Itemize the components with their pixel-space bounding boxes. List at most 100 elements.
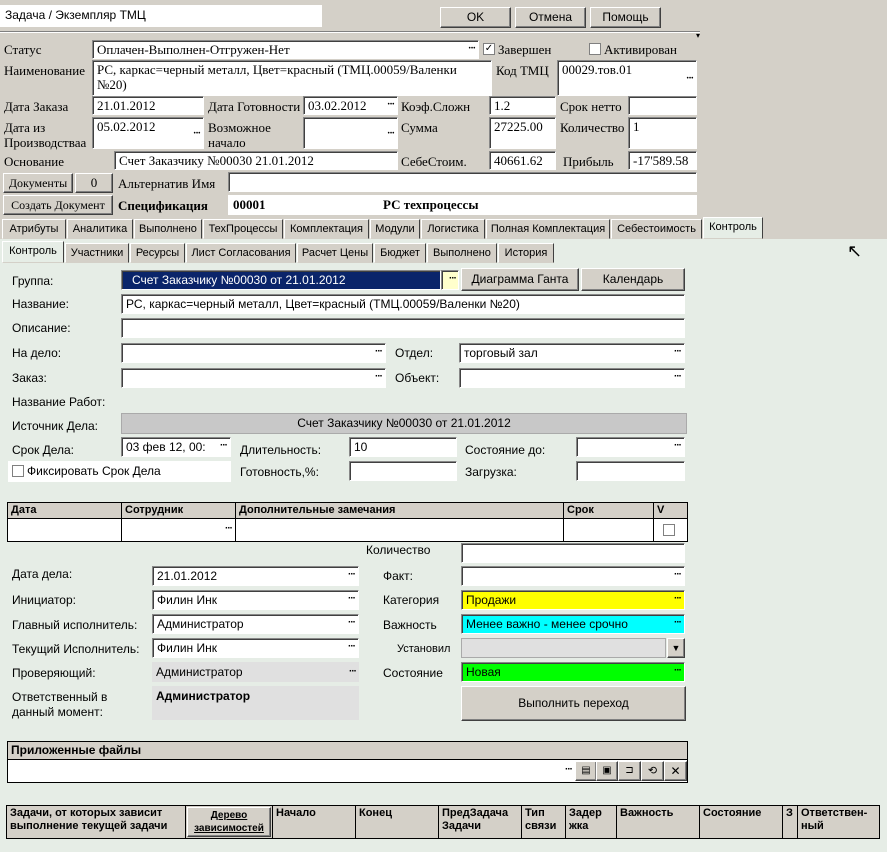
dependency-tree-button[interactable]: Дерево зависимостей (187, 807, 271, 837)
ellipsis-icon[interactable]: ··· (225, 523, 233, 534)
alt-name-field[interactable] (228, 172, 697, 192)
ellipsis-icon[interactable]: ··· (674, 591, 682, 607)
desc-field[interactable] (121, 318, 685, 338)
help-button[interactable]: Помощь (590, 7, 661, 28)
ellipsis-icon[interactable]: ··· (220, 438, 228, 454)
tab-control[interactable]: Контроль (703, 217, 763, 239)
readiness-field[interactable] (349, 461, 457, 481)
done-checkbox[interactable]: ✓ (483, 43, 495, 55)
deadline-field[interactable]: 03 фев 12, 00: ··· (121, 437, 231, 457)
ok-button[interactable]: OK (440, 7, 511, 28)
ellipsis-icon[interactable]: ··· (387, 97, 395, 113)
qty2-field[interactable] (461, 543, 685, 563)
cur-exec-field[interactable]: Филин Инк ··· (152, 638, 359, 658)
case-date-field[interactable]: 21.01.2012 ··· (152, 566, 359, 586)
ellipsis-icon[interactable]: ··· (349, 664, 357, 680)
ellipsis-icon[interactable]: ··· (348, 567, 356, 583)
ellipsis-icon[interactable]: ··· (348, 615, 356, 631)
ellipsis-icon[interactable]: ··· (468, 41, 476, 57)
spec-field[interactable]: 00001 РС техпроцессы (228, 195, 697, 215)
tab-full-completion[interactable]: Полная Комплектация (486, 219, 610, 239)
ellipsis-icon[interactable]: ··· (375, 344, 383, 360)
name-field[interactable]: РС, каркас=черный металл, Цвет=красный (… (92, 60, 492, 96)
title-field[interactable]: РС, каркас=черный металл, Цвет=красный (… (121, 294, 685, 314)
tab-attributes[interactable]: Атрибуты (2, 219, 66, 239)
fix-deadline-checkbox[interactable] (12, 465, 24, 477)
from-prod-field[interactable]: 05.02.2012 ··· (92, 117, 204, 149)
tab-logistics[interactable]: Логистика (421, 219, 485, 239)
ellipsis-icon[interactable]: ··· (193, 126, 201, 142)
ellipsis-icon[interactable]: ··· (348, 639, 356, 655)
code-field[interactable]: 00029.тов.01 ··· (557, 60, 697, 96)
ellipsis-icon[interactable]: ··· (674, 615, 682, 631)
file-delete-icon[interactable]: ✕ (664, 761, 687, 781)
subtab-history[interactable]: История (498, 243, 554, 263)
term-field[interactable] (628, 96, 697, 115)
ellipsis-icon[interactable]: ··· (449, 271, 457, 287)
tab-techprocesses[interactable]: ТехПроцессы (203, 219, 283, 239)
subtab-participants[interactable]: Участники (65, 243, 129, 263)
fact-field[interactable]: ··· (461, 566, 685, 586)
ellipsis-icon[interactable]: ··· (565, 764, 573, 775)
notes-cell[interactable] (235, 518, 564, 542)
initiator-field[interactable]: Филин Инк ··· (152, 590, 359, 610)
ellipsis-icon[interactable]: ··· (686, 71, 694, 87)
basis-field[interactable]: Счет Заказчику №00030 21.01.2012 (114, 151, 398, 170)
main-exec-field[interactable]: Администратор ··· (152, 614, 359, 634)
subtab-control[interactable]: Контроль (2, 241, 64, 263)
sum-field[interactable]: 27225.00 (489, 117, 556, 149)
ellipsis-icon[interactable]: ··· (348, 591, 356, 607)
qty-field[interactable]: 1 (628, 117, 697, 149)
group-field[interactable]: Счет Заказчику №00030 от 21.01.2012 (121, 270, 441, 290)
subtab-budget[interactable]: Бюджет (374, 243, 426, 263)
documents-button[interactable]: Документы (3, 173, 73, 193)
file-save-icon[interactable]: ▣ (596, 761, 618, 781)
for-case-field[interactable]: ··· (121, 343, 386, 363)
subtab-resources[interactable]: Ресурсы (130, 243, 185, 263)
coef-field[interactable]: 1.2 (489, 96, 556, 115)
order-date-field[interactable]: 21.01.2012 (92, 96, 204, 115)
tab-completion[interactable]: Комплектация (284, 219, 369, 239)
subtab-approval-sheet[interactable]: Лист Согласования (186, 243, 296, 263)
set-dropdown-chevron-icon[interactable]: ▼ (667, 638, 685, 658)
category-field[interactable]: Продажи ··· (461, 590, 685, 610)
notes-cell[interactable] (7, 518, 122, 542)
active-checkbox[interactable] (589, 43, 601, 55)
transition-button[interactable]: Выполнить переход (461, 686, 686, 721)
ready-date-field[interactable]: 03.02.2012 ··· (303, 96, 398, 115)
notes-cell[interactable] (563, 518, 654, 542)
notes-cell[interactable]: ··· (121, 518, 236, 542)
file-refresh-icon[interactable]: ⟲ (641, 761, 664, 781)
load-field[interactable] (576, 461, 685, 481)
ellipsis-icon[interactable]: ··· (674, 438, 682, 454)
file-open-icon[interactable]: ⊐ (618, 761, 641, 781)
calendar-button[interactable]: Календарь (581, 268, 685, 291)
importance-field[interactable]: Менее важно - менее срочно ··· (461, 614, 685, 634)
cost-field[interactable]: 40661.62 (489, 151, 556, 170)
status-field[interactable]: Оплачен-Выполнен-Отгружен-Нет ··· (92, 40, 479, 59)
tab-analytics[interactable]: Аналитика (67, 219, 133, 239)
possible-start-field[interactable]: ··· (303, 117, 398, 149)
notes-v-checkbox[interactable] (663, 524, 675, 536)
cancel-button[interactable]: Отмена (515, 7, 586, 28)
set-field[interactable] (461, 638, 666, 658)
tab-done[interactable]: Выполнено (134, 219, 202, 239)
state-field[interactable]: Новая ··· (461, 662, 685, 682)
documents-count[interactable]: 0 (75, 173, 113, 193)
duration-field[interactable]: 10 (349, 437, 457, 457)
ellipsis-icon[interactable]: ··· (674, 567, 682, 583)
gantt-button[interactable]: Диаграмма Ганта (461, 268, 579, 291)
ellipsis-icon[interactable]: ··· (674, 344, 682, 360)
subtab-done[interactable]: Выполнено (427, 243, 497, 263)
tab-modules[interactable]: Модули (370, 219, 420, 239)
state-to-field[interactable]: ··· (576, 437, 685, 457)
ellipsis-icon[interactable]: ··· (387, 126, 395, 142)
order-field[interactable]: ··· (121, 368, 386, 388)
profit-field[interactable]: -17'589.58 (628, 151, 697, 170)
tab-cost[interactable]: Себестоимость (611, 219, 702, 239)
ellipsis-icon[interactable]: ··· (674, 663, 682, 679)
ellipsis-icon[interactable]: ··· (375, 369, 383, 385)
dept-field[interactable]: торговый зал ··· (459, 343, 685, 363)
file-view-icon[interactable]: ▤ (575, 761, 597, 781)
object-field[interactable]: ··· (459, 368, 685, 388)
